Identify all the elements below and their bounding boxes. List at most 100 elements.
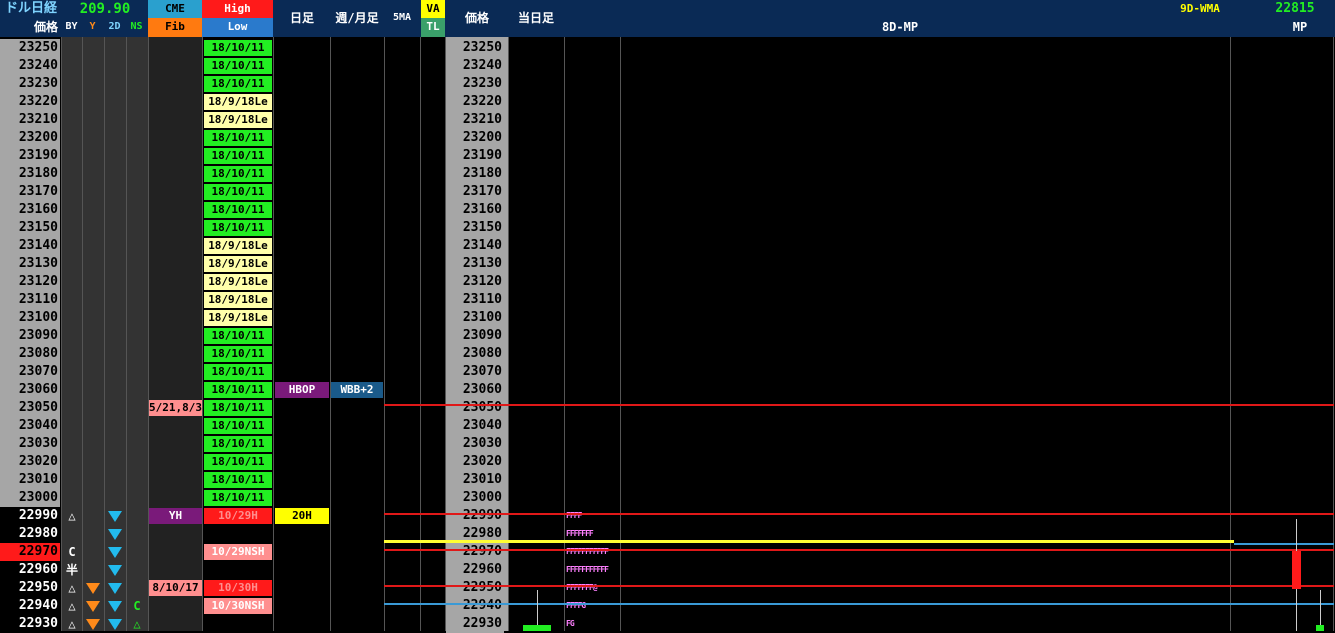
price-cell-right: 23240 <box>446 57 504 75</box>
price-cell-right: 23070 <box>446 363 504 381</box>
8d-mp-header: 8D-MP <box>881 20 919 34</box>
ns-col-header: NS <box>130 21 143 32</box>
candle-body-left <box>523 625 551 631</box>
high-low-cell: 18/10/11 <box>204 364 272 380</box>
price-cell-left: 22990 <box>0 507 60 525</box>
price-cell-right: 23020 <box>446 453 504 471</box>
high-low-cell: 18/10/11 <box>204 58 272 74</box>
2d-down-triangle-icon <box>108 547 122 558</box>
y-col-header: Y <box>89 21 96 32</box>
high-low-cell: 18/10/11 <box>204 436 272 452</box>
price-cell-left: 23000 <box>0 489 60 507</box>
y-column-bg <box>83 37 104 631</box>
2d-down-triangle-icon <box>108 601 122 612</box>
2d-down-triangle-icon <box>108 529 122 540</box>
weekly-monthly-col-header: 週/月足 <box>335 11 379 25</box>
high-low-cell: 18/9/18Le <box>204 94 272 110</box>
cme-fib-cell: 8/10/17 <box>149 580 202 596</box>
high-low-cell: 18/9/18Le <box>204 112 272 128</box>
price-cell-right: 23040 <box>446 417 504 435</box>
price-col-header-2: 価格 <box>464 11 489 25</box>
price-cell-right: 22960 <box>446 561 504 579</box>
high-low-cell: 10/30H <box>204 580 272 596</box>
high-low-cell: 18/10/11 <box>204 148 272 164</box>
price-cell-right: 22930 <box>446 615 504 633</box>
high-low-cell: 18/10/11 <box>204 400 272 416</box>
by-col-header: BY <box>65 21 78 32</box>
by-mark: △ <box>68 581 76 595</box>
high-low-cell: 10/30NSH <box>204 598 272 614</box>
price-cell-left: 23080 <box>0 345 60 363</box>
price-cell-right: 22940 <box>446 597 504 615</box>
high-low-cell: 18/10/11 <box>204 40 272 56</box>
mp-header: MP <box>1292 20 1308 34</box>
price-cell-left: 23100 <box>0 309 60 327</box>
price-cell-left: 23190 <box>0 147 60 165</box>
col-sep <box>273 37 274 631</box>
price-cell-left: 23220 <box>0 93 60 111</box>
market-profile-tpo: FFFFFFF <box>566 529 594 538</box>
5ma-col-header: 5MA <box>392 12 412 23</box>
2d-col-header: 2D <box>108 21 121 32</box>
price-cell-left: 23110 <box>0 291 60 309</box>
va-col-header: VA <box>421 0 445 18</box>
price-cell-left: 23200 <box>0 129 60 147</box>
cme-fib-cell: YH <box>149 508 202 524</box>
level-line-22970 <box>384 549 1334 551</box>
high-low-cell: 18/10/11 <box>204 346 272 362</box>
price-cell-left: 22940 <box>0 597 60 615</box>
price-cell-right: 23170 <box>446 183 504 201</box>
2d-down-triangle-icon <box>108 511 122 522</box>
price-cell-left: 23210 <box>0 111 60 129</box>
2d-down-triangle-icon <box>108 619 122 630</box>
price-cell-left: 23250 <box>0 39 60 57</box>
price-cell-left: 23010 <box>0 471 60 489</box>
price-cell-left: 23120 <box>0 273 60 291</box>
price-cell-left: 23150 <box>0 219 60 237</box>
price-cell-right: 23220 <box>446 93 504 111</box>
high-low-cell: 18/10/11 <box>204 166 272 182</box>
by-mark: △ <box>68 599 76 613</box>
daily-col-header: 日足 <box>289 11 314 25</box>
price-cell-right: 23130 <box>446 255 504 273</box>
2d-column-bg <box>105 37 126 631</box>
high-low-cell: 18/10/11 <box>204 418 272 434</box>
high-low-cell: 18/10/11 <box>204 220 272 236</box>
price-cell-right: 23090 <box>446 327 504 345</box>
va-line-yellow <box>384 540 1234 543</box>
cme-column-bg <box>149 37 202 631</box>
price-cell-left: 23070 <box>0 363 60 381</box>
high-low-cell: 10/29H <box>204 508 272 524</box>
price-cell-left: 23040 <box>0 417 60 435</box>
price-cell-left: 22980 <box>0 525 60 543</box>
2d-down-triangle-icon <box>108 583 122 594</box>
high-low-cell: 18/10/11 <box>204 382 272 398</box>
ns-column-bg <box>127 37 148 631</box>
price-cell-right: 23010 <box>446 471 504 489</box>
price-cell-right: 23000 <box>446 489 504 507</box>
by-mark: △ <box>68 509 76 523</box>
price-cell-right: 23160 <box>446 201 504 219</box>
price-cell-left: 23130 <box>0 255 60 273</box>
price-cell-left: 22960 <box>0 561 60 579</box>
price-cell-left: 23160 <box>0 201 60 219</box>
price-cell-left: 23050 <box>0 399 60 417</box>
price-cell-left: 23030 <box>0 435 60 453</box>
price-cell-right: 23180 <box>446 165 504 183</box>
price-cell-right: 23140 <box>446 237 504 255</box>
level-line-22990 <box>384 513 1334 515</box>
price-cell-left: 22950 <box>0 579 60 597</box>
price-cell-left: 23090 <box>0 327 60 345</box>
price-cell-left: 23170 <box>0 183 60 201</box>
market-profile-tpo: FFFFFFFFFFF <box>566 565 609 574</box>
price-cell-right: 22970 <box>446 543 504 561</box>
y-down-triangle-icon <box>86 601 100 612</box>
daily-cell: HBOP <box>275 382 329 398</box>
high-low-cell: 18/10/11 <box>204 202 272 218</box>
price-cell-right: 23110 <box>446 291 504 309</box>
price-cell-right: 23210 <box>446 111 504 129</box>
high-low-cell: 18/10/11 <box>204 184 272 200</box>
wma-value: 22815 <box>1275 1 1315 16</box>
price-cell-left: 23060 <box>0 381 60 399</box>
level-line-23050 <box>384 404 1334 406</box>
